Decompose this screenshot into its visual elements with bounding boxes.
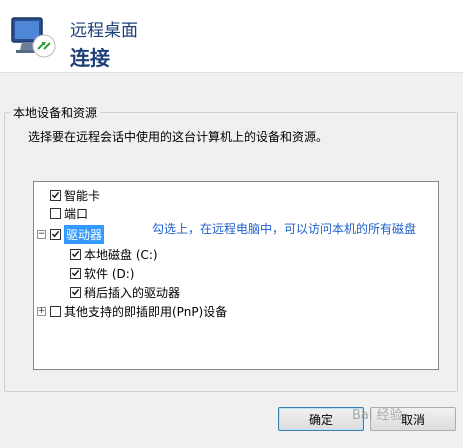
later-drives-label: 稍后插入的驱动器 <box>84 285 181 300</box>
drives-collapse-button[interactable]: − <box>37 230 46 239</box>
device-tree[interactable]: 智能卡 端口 − 驱动器 本地磁盘 (C:) 软件 (D:) 稍后插入的驱动器 … <box>33 181 439 370</box>
tree-item-software-d[interactable]: 软件 (D:) <box>70 264 134 282</box>
watermark-logo: Bai 经验 <box>352 408 403 423</box>
pnp-expand-button[interactable]: + <box>37 307 46 316</box>
app-title: 远程桌面 <box>70 21 138 41</box>
checkmark-icon <box>51 230 60 238</box>
tree-item-ports[interactable]: 端口 <box>50 204 88 222</box>
checkmark-icon <box>71 250 80 258</box>
tree-item-later-drives[interactable]: 稍后插入的驱动器 <box>70 283 180 301</box>
tree-item-pnp-devices[interactable]: 其他支持的即插即用(PnP)设备 <box>50 302 227 320</box>
checkmark-icon <box>71 288 80 296</box>
dialog-subtitle: 连接 <box>70 46 110 70</box>
ports-label: 端口 <box>64 206 89 221</box>
checkmark-icon <box>71 269 80 277</box>
tree-item-drives[interactable]: 驱动器 <box>50 224 105 244</box>
local-disk-c-checkbox[interactable] <box>70 248 81 260</box>
later-drives-checkbox[interactable] <box>70 286 81 298</box>
dialog-header: 远程桌面 连接 <box>0 0 463 73</box>
software-d-label: 软件 (D:) <box>84 266 135 281</box>
tree-item-smart-card[interactable]: 智能卡 <box>50 186 100 204</box>
smart-card-label: 智能卡 <box>64 188 101 203</box>
local-disk-c-label: 本地磁盘 (C:) <box>84 247 158 262</box>
pnp-devices-label: 其他支持的即插即用(PnP)设备 <box>64 304 228 319</box>
ports-checkbox[interactable] <box>50 207 61 219</box>
checkmark-icon <box>51 191 60 199</box>
tree-item-local-disk-c[interactable]: 本地磁盘 (C:) <box>70 245 158 263</box>
group-title: 本地设备和资源 <box>10 104 101 121</box>
drives-checkbox[interactable] <box>50 228 61 240</box>
pnp-devices-checkbox[interactable] <box>50 305 61 317</box>
remote-desktop-icon <box>11 17 56 58</box>
smart-card-checkbox[interactable] <box>50 189 61 201</box>
annotation-text: 勾选上，在远程电脑中，可以访问本机的所有磁盘 <box>152 222 417 236</box>
group-description: 选择要在远程会话中使用的这台计算机上的设备和资源。 <box>28 130 329 144</box>
drives-label: 驱动器 <box>64 224 105 244</box>
software-d-checkbox[interactable] <box>70 267 81 279</box>
